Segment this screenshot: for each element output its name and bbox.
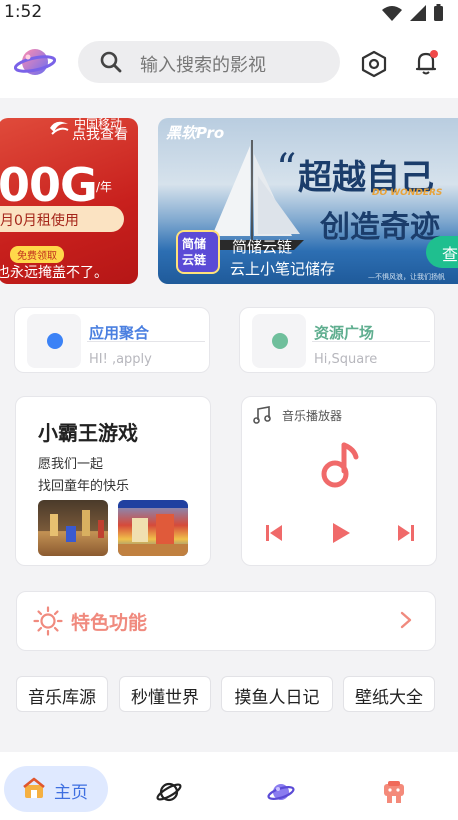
search-bar[interactable]: 输入搜索的影视 (78, 41, 340, 83)
status-time: 1:52 (4, 2, 43, 22)
game-card[interactable]: 小霸王游戏 愿我们一起 找回童年的快乐 (15, 396, 211, 566)
card-subtitle: HI! ,apply (89, 352, 152, 367)
special-features-label: 特色功能 (71, 612, 148, 634)
notification-bell-icon[interactable] (412, 48, 442, 78)
game-screenshot-1[interactable] (38, 500, 108, 556)
blue-dot-icon (47, 333, 63, 349)
music-note-icon (253, 406, 271, 424)
status-icons (382, 4, 443, 21)
big-music-note-icon (321, 442, 359, 488)
card-title: 应用聚合 (89, 324, 150, 342)
free-claim-badge[interactable]: 免费领取 (10, 246, 64, 263)
nav-galaxy-icon[interactable] (267, 778, 295, 806)
fighter-scene-image (50, 510, 104, 542)
bottom-navigation: 主页 (0, 752, 458, 820)
banner-app-subtitle: 云上小笔记储存 (230, 260, 336, 278)
banner-check-button[interactable]: 查 (426, 236, 458, 268)
music-card-title: 音乐播放器 (282, 409, 343, 423)
app-aggregation-card[interactable]: 应用聚合 HI! ,apply (14, 307, 210, 373)
tag-instant-world[interactable]: 秒懂世界 (119, 676, 211, 712)
nav-planet-icon[interactable] (155, 778, 183, 806)
music-player-card[interactable]: 音乐播放器 (241, 396, 437, 566)
tag-music-library[interactable]: 音乐库源 (16, 676, 108, 712)
tag-slacker-diary[interactable]: 摸鱼人日记 (221, 676, 333, 712)
resource-square-card[interactable]: 资源广场 Hi,Square (239, 307, 435, 373)
banner-slogan-line2: 创造奇迹 (320, 210, 440, 245)
banner-big-value: 00G (0, 158, 98, 212)
settings-hex-icon[interactable] (360, 50, 388, 78)
search-icon (100, 51, 122, 73)
banner-rent-text: 月0月租使用 (0, 213, 79, 229)
banner-per-year: /年 (96, 180, 113, 194)
status-bar: 1:52 (0, 0, 458, 28)
banner-fine-print: —不惧风浪，让我们扬帆 (368, 273, 445, 281)
fighter-scene-image (118, 500, 188, 556)
green-dot-icon (272, 333, 288, 349)
app-icon-text-2: 云链 (182, 253, 207, 267)
nav-profile-icon[interactable] (380, 778, 408, 806)
banner-brand: 黑软Pro (166, 124, 225, 142)
signal-icon (410, 5, 426, 21)
game-card-line1: 愿我们一起 (38, 457, 104, 472)
next-track-icon[interactable] (396, 523, 416, 543)
nav-home-label: 主页 (54, 783, 88, 803)
sun-icon (33, 606, 63, 636)
card-title: 资源广场 (314, 324, 375, 342)
app-header: 输入搜索的影视 (0, 28, 458, 98)
jianchu-app-icon: 简储 云链 (176, 230, 220, 274)
cmcc-logo-icon (50, 121, 69, 135)
play-icon[interactable] (330, 521, 352, 545)
banner-tagline: 也永远掩盖不了。 (0, 265, 108, 281)
home-icon (23, 777, 45, 798)
card-subtitle: Hi,Square (314, 352, 378, 367)
banner-slogan-en: DO WONDERS (372, 188, 443, 198)
game-screenshot-2[interactable] (118, 500, 188, 556)
banner-view-link[interactable]: 点我查看 (72, 124, 128, 144)
divider (312, 341, 430, 342)
game-card-line2: 找回童年的快乐 (38, 479, 130, 494)
special-features-bar[interactable]: 特色功能 (16, 591, 436, 651)
banner-jianchu-cloud[interactable]: 黑软Pro “ 超越自己 DO WONDERS 创造奇迹 简储 云链 简储云链 … (158, 118, 458, 284)
banner-cmcc[interactable]: 中国移动 点我查看 00G /年 月0月租使用 免费领取 也永远掩盖不了。 (0, 118, 138, 284)
wifi-icon (382, 6, 402, 21)
search-placeholder[interactable]: 输入搜索的影视 (140, 51, 266, 77)
nav-home[interactable]: 主页 (4, 766, 108, 812)
app-icon-text-1: 简储 (182, 237, 207, 251)
tag-wallpapers[interactable]: 壁纸大全 (343, 676, 435, 712)
chevron-right-icon[interactable] (399, 610, 413, 630)
quote-mark: “ (276, 146, 297, 192)
game-card-title: 小霸王游戏 (38, 421, 138, 445)
banner-app-name: 简储云链 (232, 238, 293, 256)
divider (87, 341, 205, 342)
battery-icon (434, 6, 443, 21)
previous-track-icon[interactable] (264, 523, 284, 543)
planet-logo-icon[interactable] (14, 42, 56, 82)
